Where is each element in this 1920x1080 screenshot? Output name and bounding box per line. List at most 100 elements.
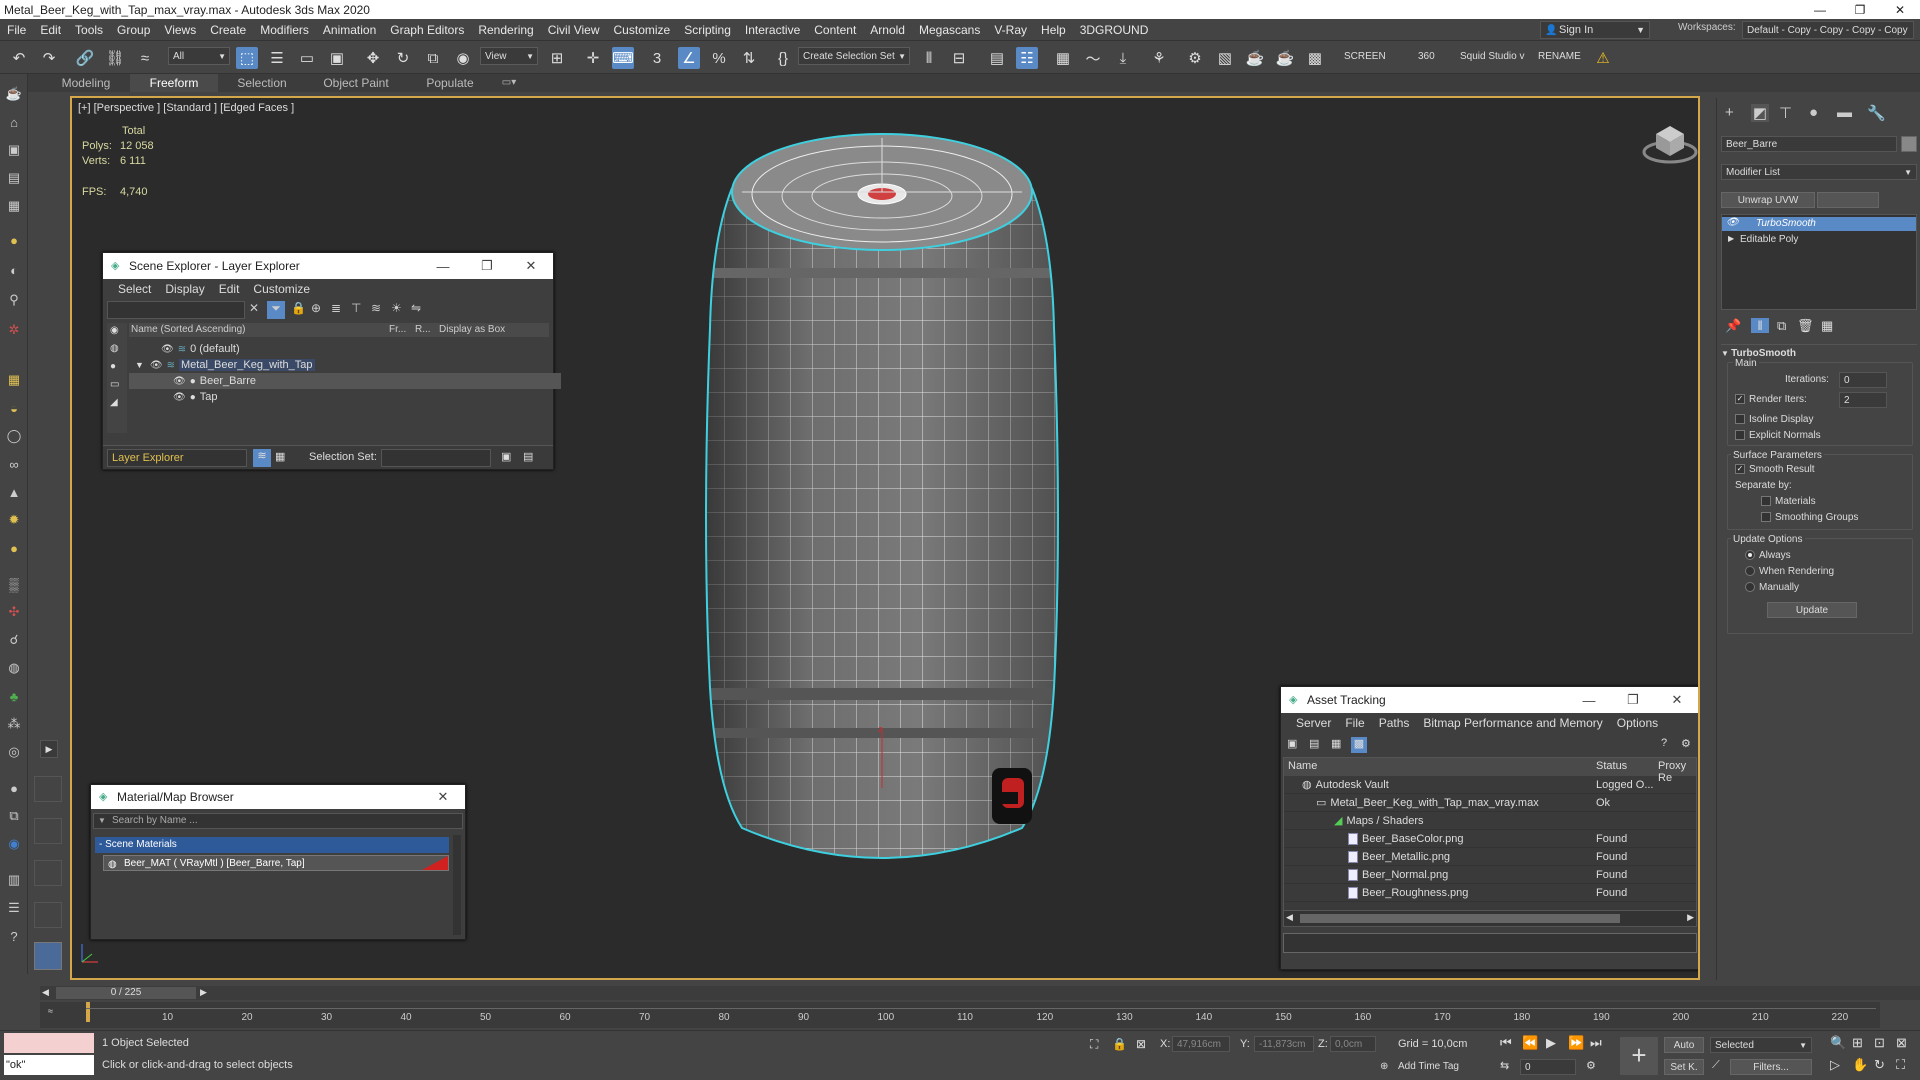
menu-help[interactable]: Help [1034,23,1073,37]
sync-icon[interactable]: ⇋ [411,301,421,315]
stack-item-editable-poly[interactable]: ▶ Editable Poly [1722,233,1916,247]
pin-stack-icon[interactable]: 📌 [1725,318,1741,334]
layers-icon[interactable]: ≋ [371,301,381,315]
utilities-tab-icon[interactable]: 🔧 [1867,104,1886,122]
scene-materials-section[interactable]: - Scene Materials [95,837,449,853]
se-side-icon-4[interactable]: ▭ [110,379,119,390]
globe-icon[interactable]: ◍ [4,658,24,678]
layer-explorer-icon[interactable]: ☷ [1016,47,1038,69]
modifier-icon[interactable]: ▤ [4,168,24,188]
menu-graph-editors[interactable]: Graph Editors [383,23,471,37]
table-row[interactable]: ▭ Metal_Beer_Keg_with_Tap_max_vray.max Ok [1284,794,1696,812]
se-col-render[interactable]: R... [415,324,431,335]
spinner-snap-icon[interactable]: ⇅ [738,47,760,69]
window-crossing-icon[interactable]: ▣ [326,47,348,69]
hierarchy-tab-icon[interactable]: ⊤ [1779,104,1792,122]
toggle-ribbon-icon[interactable]: ▦ [1052,47,1074,69]
layer-stack-icon[interactable]: ≣ [331,301,341,315]
camera-icon[interactable]: ◐ [4,260,24,280]
align-icon[interactable]: ⊟ [948,47,970,69]
show-end-result-icon[interactable]: ‖ [1751,318,1769,333]
material-scrollbar[interactable] [453,835,461,935]
always-radio[interactable]: Always [1745,550,1791,561]
make-unique-icon[interactable]: ⧉ [1777,318,1786,334]
rendered-frame-window-icon[interactable]: ▧ [1214,47,1236,69]
at-menu-paths[interactable]: Paths [1372,716,1417,730]
360-button[interactable]: 360 [1418,51,1435,62]
rectangular-selection-icon[interactable]: ▭ [296,47,318,69]
layout-tab-1-icon[interactable] [34,776,62,802]
configure-sets-icon[interactable]: ▦ [1821,318,1833,334]
layer-row[interactable]: ▼ 👁 ≋ Metal_Beer_Keg_with_Tap [129,357,561,373]
clear-search-icon[interactable]: ✕ [249,301,259,315]
at-settings-icon[interactable]: ⚙ [1681,737,1691,750]
iterations-spinner[interactable]: 0 [1839,372,1887,388]
viewcube-icon[interactable] [1642,120,1700,170]
create-shape-icon[interactable]: ⌂ [4,112,24,132]
current-frame-spinner[interactable]: 0 [1520,1059,1576,1075]
object-row[interactable]: 👁 ● Beer_Barre [129,373,561,389]
pin-icon[interactable]: ▦ [275,450,285,463]
prev-key-icon[interactable]: ⏪ [1522,1035,1538,1051]
time-tag-icon[interactable]: ⊕ [1380,1061,1388,1072]
set-key-button[interactable]: Set K. [1664,1059,1704,1075]
script-icon[interactable]: ▥ [4,870,24,890]
update-button[interactable]: Update [1767,602,1857,618]
mirror-icon[interactable]: ⫴ [918,47,940,69]
curve-editor-mini-icon[interactable]: ≈ [48,1006,53,1016]
undo-icon[interactable]: ↶ [8,47,30,69]
se-menu-display[interactable]: Display [158,282,211,296]
when-rendering-radio[interactable]: When Rendering [1745,566,1834,577]
collapse-arrow-icon[interactable]: ▼ [135,360,144,370]
se-col-freeze[interactable]: Fr... [389,324,406,335]
lock-icon[interactable]: 🔒 [291,301,306,315]
smoothing-groups-checkbox[interactable]: Smoothing Groups [1761,512,1858,523]
vray-dome-icon[interactable]: ◒ [4,398,24,418]
eye-icon[interactable]: 👁 [150,360,163,371]
time-config-icon[interactable]: ⚙ [1586,1059,1596,1072]
menu-megascans[interactable]: Megascans [912,23,987,37]
mesh-icon[interactable]: ◎ [4,742,24,762]
place-icon[interactable]: ◉ [452,47,474,69]
display-tab-icon[interactable]: ▬ [1837,104,1852,121]
at-menu-bitmap[interactable]: Bitmap Performance and Memory [1416,716,1609,730]
close-button[interactable]: ✕ [1880,0,1920,19]
key-tangent-icon[interactable]: ⟋ [1712,1059,1720,1072]
table-row[interactable]: Beer_Metallic.png Found [1284,848,1696,866]
menu-create[interactable]: Create [203,23,253,37]
at-list-icon[interactable]: ▤ [1309,737,1319,750]
eye-icon[interactable]: 👁 [173,376,186,387]
goto-end-icon[interactable]: ⏭ [1590,1035,1602,1051]
menu-content[interactable]: Content [807,23,863,37]
maximize-viewport-icon[interactable]: ⛶ [1896,1057,1905,1073]
pan-icon[interactable]: ✋ [1852,1057,1868,1073]
rename-button[interactable]: RENAME [1538,51,1581,62]
tab-freeform[interactable]: Freeform [130,74,218,92]
smooth-result-checkbox[interactable]: ✓ Smooth Result [1735,464,1815,475]
schematic-view-icon[interactable]: ⤓ [1112,47,1134,69]
layout-tab-active-icon[interactable] [34,942,62,970]
goto-start-icon[interactable]: ⏮ [1500,1035,1512,1051]
object-icon[interactable]: ⧉ [4,806,24,826]
modify-tab-icon[interactable]: ◩ [1751,104,1769,122]
ball-icon[interactable]: ● [4,778,24,798]
maxscript-listener-input[interactable] [4,1033,94,1053]
layer-explorer-toggle-icon[interactable]: ≋ [253,449,271,467]
tab-object-paint[interactable]: Object Paint [306,74,406,92]
maximize-button[interactable]: ❐ [1840,0,1880,19]
se-col-display-box[interactable]: Display as Box [439,324,505,335]
at-col-status[interactable]: Status [1596,760,1627,772]
filters-button[interactable]: Filters... [1730,1059,1812,1075]
snaps-toggle-icon[interactable]: 3 [646,47,668,69]
explicit-normals-checkbox[interactable]: Explicit Normals [1735,430,1821,441]
ribbon-options-icon[interactable]: ▭▾ [494,74,524,92]
fur-icon[interactable]: ✣ [4,602,24,622]
vray-light-icon[interactable]: ▦ [4,370,24,390]
percent-snap-icon[interactable]: % [708,47,730,69]
workspaces-dropdown[interactable]: Default - Copy - Copy - Copy - Copy [1742,21,1914,39]
asset-tracking-minimize[interactable]: — [1567,687,1611,713]
scene-explorer-titlebar[interactable]: ◈ Scene Explorer - Layer Explorer — ❐ ✕ [103,253,553,279]
expand-arrow-icon[interactable]: ▶ [1728,234,1734,243]
eye-icon[interactable]: 👁 [161,344,174,355]
at-help-icon[interactable]: ? [1661,737,1667,749]
